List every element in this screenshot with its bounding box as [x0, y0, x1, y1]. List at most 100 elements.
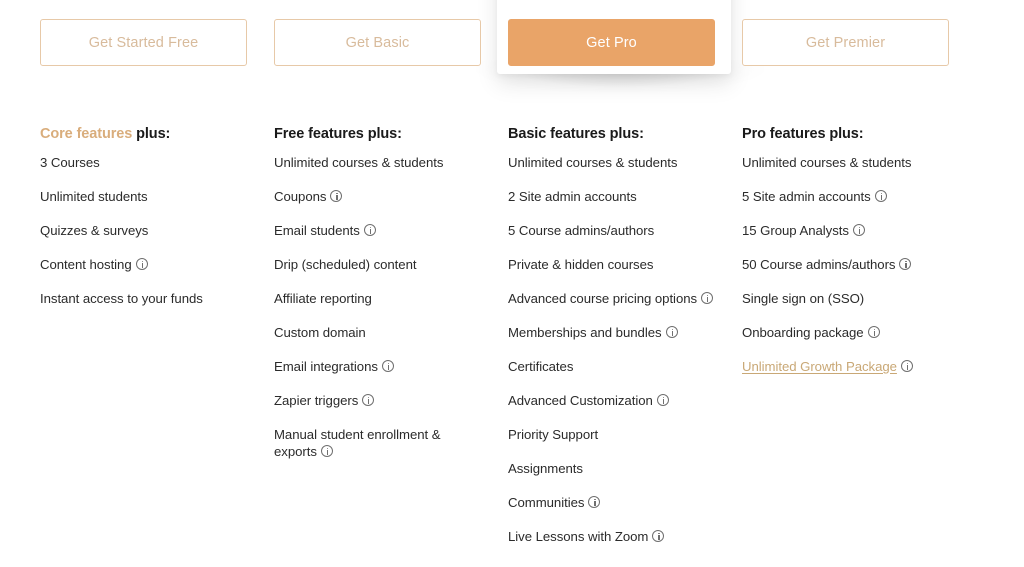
feature-link[interactable]: Unlimited Growth Package — [742, 359, 897, 374]
feature-label: Drip (scheduled) content — [274, 257, 417, 272]
feature-item: Single sign on (SSO) — [742, 290, 954, 307]
feature-item: Live Lessons with Zoom — [508, 528, 720, 545]
feature-item: Assignments — [508, 460, 720, 477]
feature-item: Instant access to your funds — [40, 290, 252, 307]
feature-item: 3 Courses — [40, 154, 252, 171]
info-icon[interactable] — [900, 360, 913, 372]
feature-label: Onboarding package — [742, 325, 864, 340]
feature-item: Quizzes & surveys — [40, 222, 252, 239]
feature-item: 5 Site admin accounts — [742, 188, 954, 205]
feature-item: Certificates — [508, 358, 720, 375]
info-icon[interactable] — [867, 326, 880, 338]
info-icon[interactable] — [665, 326, 678, 338]
feature-label: Unlimited courses & students — [274, 155, 444, 170]
feature-label: Instant access to your funds — [40, 291, 203, 306]
cta-container: Get Premier — [742, 0, 976, 90]
feature-label: Priority Support — [508, 427, 599, 442]
get-pro-button[interactable]: Get Pro — [508, 19, 715, 66]
feature-list: 3 Courses Unlimited students Quizzes & sur… — [40, 134, 274, 307]
feature-list: Unlimited courses & students 2 Site admin… — [508, 134, 742, 545]
info-icon[interactable] — [652, 530, 665, 542]
feature-label: Email integrations — [274, 359, 378, 374]
feature-item: 2 Site admin accounts — [508, 188, 720, 205]
pricing-plan-columns: Get Started Free Core features plus: 3 Cou… — [0, 0, 1024, 562]
feature-label: Zapier triggers — [274, 393, 359, 408]
feature-item: Content hosting — [40, 256, 252, 273]
feature-item: 5 Course admins/authors — [508, 222, 720, 239]
feature-label: Advanced Customization — [508, 393, 653, 408]
feature-label: 5 Course admins/authors — [508, 223, 655, 238]
info-icon[interactable] — [320, 445, 333, 457]
feature-item: Unlimited courses & students — [742, 154, 954, 171]
feature-item: 50 Course admins/authors — [742, 256, 954, 273]
feature-label: Unlimited courses & students — [508, 155, 678, 170]
info-icon[interactable] — [330, 190, 343, 202]
get-started-free-button[interactable]: Get Started Free — [40, 19, 247, 66]
feature-item: Communities — [508, 494, 720, 511]
feature-list: Unlimited courses & students 5 Site admin… — [742, 134, 976, 375]
feature-item: Unlimited courses & students — [274, 154, 486, 171]
feature-item: Email students — [274, 222, 486, 239]
plan-column: Get Started Free Core features plus: 3 Cou… — [40, 0, 274, 562]
feature-label: Manual student enrollment & exports — [274, 427, 441, 459]
feature-item: Advanced course pricing options — [508, 290, 720, 307]
plan-column: Get Pro Basic features plus: Unlimited cou… — [508, 0, 742, 562]
feature-label: Affiliate reporting — [274, 291, 372, 306]
feature-item: Unlimited courses & students — [508, 154, 720, 171]
feature-list: Unlimited courses & students Coupons Email… — [274, 134, 508, 460]
heading-text: Free features plus: — [274, 126, 402, 142]
feature-item: Custom domain — [274, 324, 486, 341]
feature-label: Communities — [508, 495, 585, 510]
feature-label: Memberships and bundles — [508, 325, 662, 340]
feature-item: Zapier triggers — [274, 392, 486, 409]
feature-label: Content hosting — [40, 257, 132, 272]
feature-label: Single sign on (SSO) — [742, 291, 865, 306]
feature-label: 50 Course admins/authors — [742, 257, 896, 272]
feature-label: Live Lessons with Zoom — [508, 529, 649, 544]
feature-item: Priority Support — [508, 426, 720, 443]
plan-features-heading: Free features plus: — [274, 90, 508, 142]
info-icon[interactable] — [874, 190, 887, 202]
info-icon[interactable] — [381, 360, 394, 372]
feature-label: Coupons — [274, 189, 327, 204]
info-icon[interactable] — [135, 258, 148, 270]
info-icon[interactable] — [362, 394, 375, 406]
plan-features-heading: Core features plus: — [40, 90, 274, 142]
cta-container: Get Pro — [508, 0, 742, 90]
heading-text: plus: — [136, 126, 171, 142]
feature-label: 5 Site admin accounts — [742, 189, 871, 204]
feature-item: Memberships and bundles — [508, 324, 720, 341]
feature-label: Unlimited students — [40, 189, 148, 204]
info-icon[interactable] — [852, 224, 865, 236]
feature-item: 15 Group Analysts — [742, 222, 954, 239]
feature-item: Advanced Customization — [508, 392, 720, 409]
plan-column: Get Premier Pro features plus: Unlimited c… — [742, 0, 976, 562]
cta-container: Get Started Free — [40, 0, 274, 90]
info-icon[interactable] — [588, 496, 601, 508]
feature-label: 15 Group Analysts — [742, 223, 849, 238]
info-icon[interactable] — [701, 292, 714, 304]
feature-label: Certificates — [508, 359, 574, 374]
info-icon[interactable] — [363, 224, 376, 236]
feature-label: Private & hidden courses — [508, 257, 654, 272]
plan-column: Get Basic Free features plus: Unlimited co… — [274, 0, 508, 562]
heading-text: Pro features plus: — [742, 126, 864, 142]
heading-text: Basic features plus: — [508, 126, 644, 142]
feature-label: Advanced course pricing options — [508, 291, 698, 306]
feature-item: Coupons — [274, 188, 486, 205]
get-premier-button[interactable]: Get Premier — [742, 19, 949, 66]
feature-item: Private & hidden courses — [508, 256, 720, 273]
feature-label: 2 Site admin accounts — [508, 189, 637, 204]
get-basic-button[interactable]: Get Basic — [274, 19, 481, 66]
feature-item: Affiliate reporting — [274, 290, 486, 307]
feature-label: Quizzes & surveys — [40, 223, 149, 238]
info-icon[interactable] — [899, 258, 912, 270]
plan-features-heading: Basic features plus: — [508, 90, 742, 142]
feature-label: Assignments — [508, 461, 583, 476]
feature-item: Onboarding package — [742, 324, 954, 341]
feature-label: Custom domain — [274, 325, 366, 340]
feature-item: Manual student enrollment & exports — [274, 426, 486, 460]
info-icon[interactable] — [656, 394, 669, 406]
feature-label: Email students — [274, 223, 360, 238]
feature-item: Unlimited students — [40, 188, 252, 205]
